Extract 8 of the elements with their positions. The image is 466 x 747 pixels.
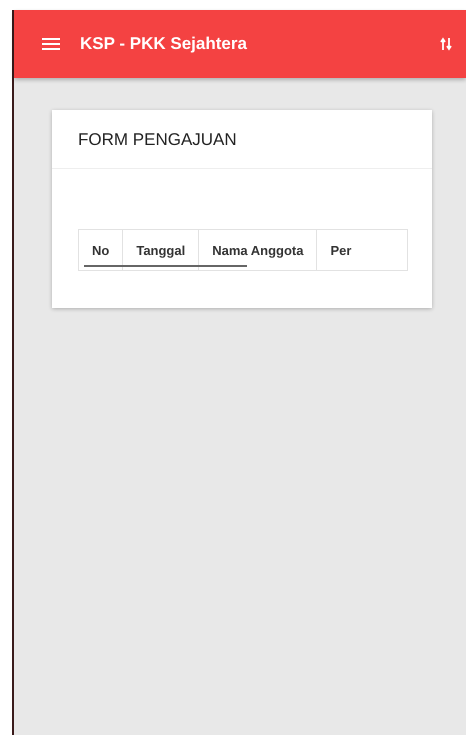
card-title: FORM PENGAJUAN [52,110,432,169]
menu-icon [42,38,60,50]
column-header: Per [329,242,352,260]
sort-arrows-icon [440,37,452,51]
sort-button[interactable] [440,37,452,51]
app-title: KSP - PKK Sejahtera [80,34,248,54]
menu-button[interactable] [42,38,60,50]
scrollbar[interactable] [84,265,247,267]
